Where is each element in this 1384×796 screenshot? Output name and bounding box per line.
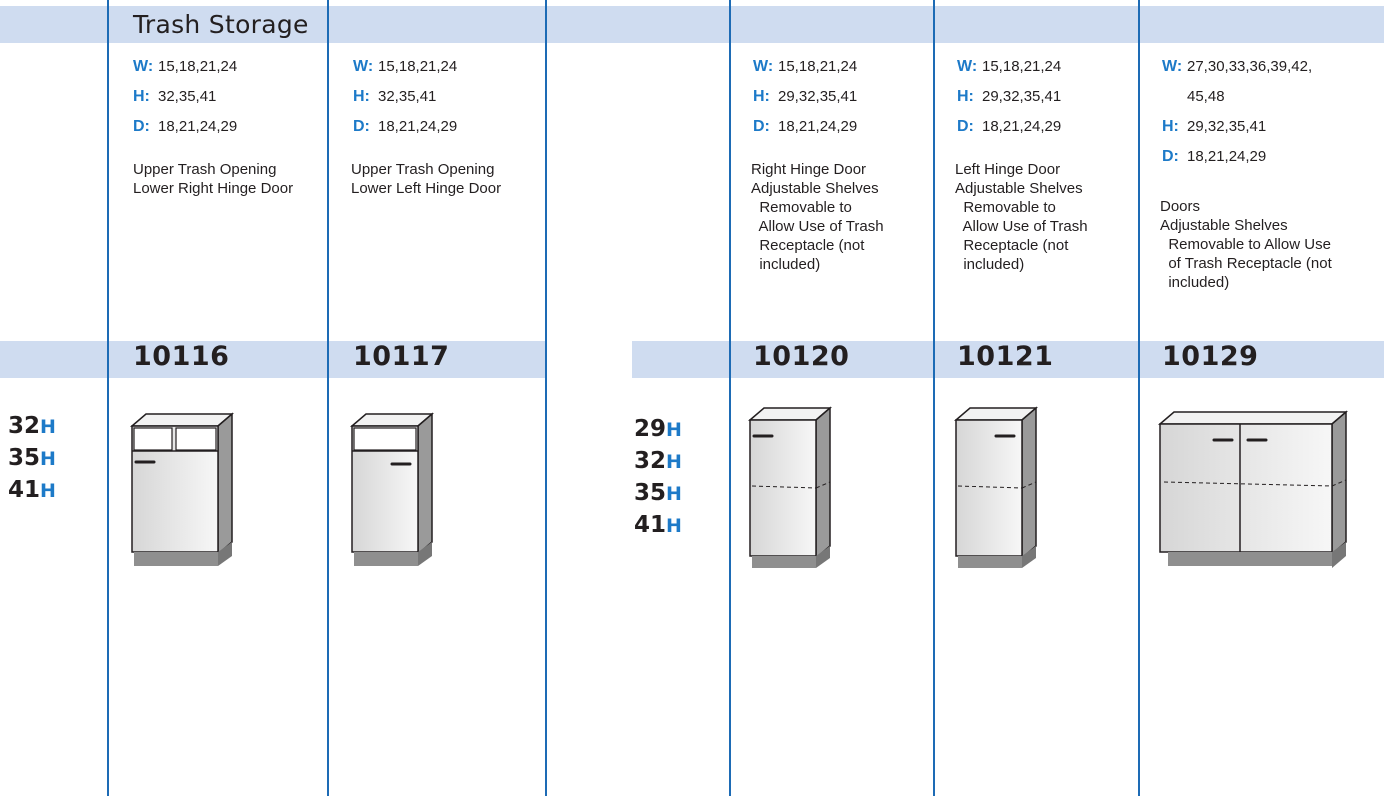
column-divider <box>1138 0 1140 796</box>
spec-list: W: 15,18,21,24 H: 29,32,35,41 D: 18,21,24,2… <box>753 52 857 142</box>
column-divider <box>327 0 329 796</box>
height-list: 32H 35H 41H <box>8 411 56 507</box>
spec-list: W: 27,30,33,36,39,42, 45,48 H: 29,32,35,41… <box>1162 52 1312 172</box>
spec-height: H: 32,35,41 <box>353 88 437 105</box>
product-code: 10116 <box>133 341 230 372</box>
spec-list: W: 15,18,21,24 H: 29,32,35,41 D: 18,21,24,2… <box>957 52 1061 142</box>
product-code: 10117 <box>353 341 450 372</box>
code-band-left <box>0 341 546 378</box>
section-title: Trash Storage <box>133 10 309 39</box>
product-description: Doors Adjustable Shelves Removable to Al… <box>1160 198 1332 291</box>
single-door-cabinet-illustration <box>747 406 833 568</box>
product-description: Left Hinge Door Adjustable Shelves Remov… <box>955 161 1088 273</box>
column-divider <box>729 0 731 796</box>
height-item: 35H <box>634 480 682 506</box>
trash-opening-cabinet-illustration <box>129 412 235 566</box>
spec-depth: D: 18,21,24,29 <box>133 118 238 135</box>
height-item: 35H <box>8 445 56 471</box>
spec-width-continued: 45,48 <box>1187 88 1225 105</box>
spec-width: W: 15,18,21,24 <box>753 58 858 75</box>
trash-opening-cabinet-illustration <box>349 412 435 566</box>
spec-depth: D: 18,21,24,29 <box>753 118 858 135</box>
spec-width: W: 15,18,21,24 <box>353 58 458 75</box>
product-description: Right Hinge Door Adjustable Shelves Remo… <box>751 161 884 273</box>
spec-list: W: 15,18,21,24 H: 32,35,41 D: 18,21,24,29 <box>133 52 237 142</box>
spec-height: H: 29,32,35,41 <box>753 88 858 105</box>
spec-width: W: 27,30,33,36,39,42, <box>1162 58 1313 75</box>
height-item: 32H <box>8 413 56 439</box>
product-description: Upper Trash Opening Lower Right Hinge Do… <box>133 161 294 197</box>
product-code: 10120 <box>753 341 850 372</box>
height-item: 41H <box>8 477 56 503</box>
height-item: 32H <box>634 448 682 474</box>
single-door-cabinet-illustration <box>953 406 1039 568</box>
product-description: Upper Trash Opening Lower Left Hinge Doo… <box>351 161 502 197</box>
spec-depth: D: 18,21,24,29 <box>1162 148 1267 165</box>
product-code: 10129 <box>1162 341 1259 372</box>
height-item: 29H <box>634 416 682 442</box>
double-door-cabinet-illustration <box>1157 410 1349 568</box>
spec-width: W: 15,18,21,24 <box>133 58 238 75</box>
spec-list: W: 15,18,21,24 H: 32,35,41 D: 18,21,24,29 <box>353 52 457 142</box>
column-divider <box>933 0 935 796</box>
column-divider <box>545 0 547 796</box>
height-item: 41H <box>634 512 682 538</box>
spec-height: H: 29,32,35,41 <box>1162 118 1267 135</box>
spec-depth: D: 18,21,24,29 <box>353 118 458 135</box>
height-list: 29H 32H 35H 41H <box>634 414 682 542</box>
column-divider <box>107 0 109 796</box>
product-code: 10121 <box>957 341 1054 372</box>
spec-width: W: 15,18,21,24 <box>957 58 1062 75</box>
spec-height: H: 32,35,41 <box>133 88 217 105</box>
spec-height: H: 29,32,35,41 <box>957 88 1062 105</box>
spec-depth: D: 18,21,24,29 <box>957 118 1062 135</box>
